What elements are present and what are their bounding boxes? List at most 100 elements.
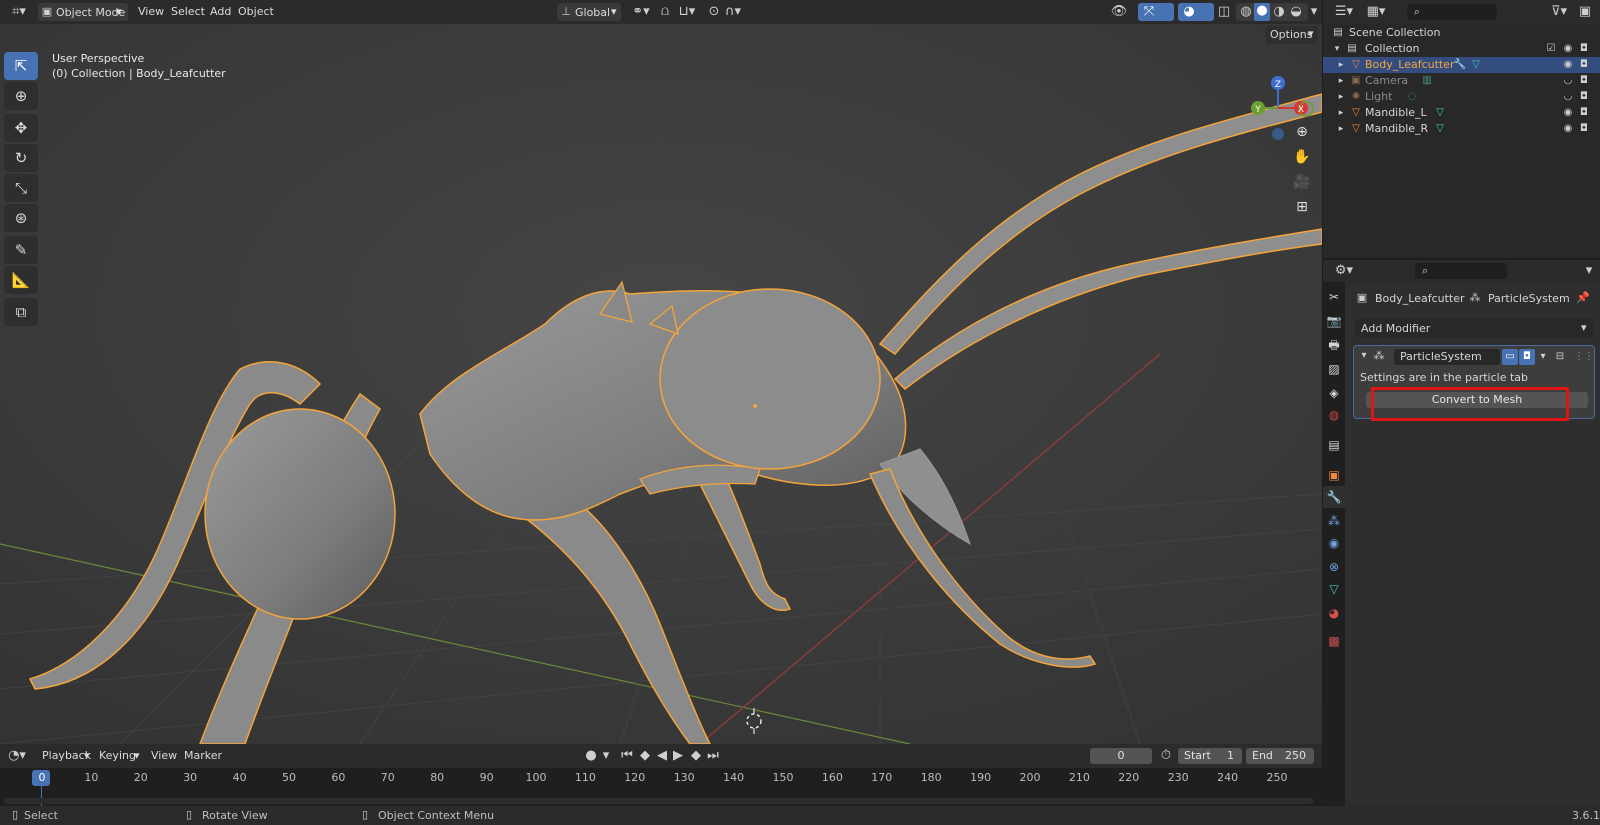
chevron-down-icon[interactable]: ▾ (1308, 4, 1320, 20)
proportional-edit-icon[interactable]: ⊙ (706, 4, 722, 20)
timeline-area[interactable]: 0 10 20 30 40 50 60 70 80 90 100 110 120 130 140 150 160… (0, 768, 1322, 806)
outliner-search-input[interactable]: ⌕ (1407, 4, 1497, 20)
world-tab-icon[interactable]: ◍ (1323, 404, 1345, 426)
add-cube-icon[interactable]: ⧉ (4, 298, 38, 326)
annotate-icon[interactable]: ✎ (4, 236, 38, 264)
pin-icon[interactable]: 📌 (1576, 290, 1590, 306)
snap-target-icon[interactable]: ⊔▾ (676, 4, 698, 20)
chevron-down-icon[interactable]: ▾ (1358, 348, 1370, 364)
data-tab-icon[interactable]: ▽ (1323, 578, 1345, 600)
eye-icon[interactable]: ◉ (1561, 57, 1575, 73)
particles-tab-icon[interactable]: ⁂ (1323, 510, 1345, 532)
orientation-selector[interactable]: ⊥ Global ▾ (557, 3, 621, 21)
perspective-grid-icon[interactable]: ⊞ (1290, 195, 1314, 219)
shading-selector[interactable]: ◍ ● ◑ ◒ (1236, 3, 1308, 21)
material-tab-icon[interactable]: ◕ (1323, 602, 1345, 624)
gizmo-toggle[interactable]: ⤧ (1138, 3, 1174, 21)
chevron-down-icon[interactable]: ▾ (1583, 263, 1595, 279)
outliner-item-light[interactable]: ▸ ✺ Light ◌ ◡ ◘ (1323, 89, 1600, 105)
rendered-shading-icon[interactable]: ◒ (1288, 4, 1304, 20)
eye-icon[interactable]: ◉ (1561, 121, 1575, 137)
show-render-icon[interactable]: ◘ (1519, 349, 1535, 365)
tool-tab-icon[interactable]: ✂ (1323, 286, 1345, 308)
outliner-item-mandible-l[interactable]: ▸ ▽ Mandible_L ▽ ◉ ◘ (1323, 105, 1600, 121)
solid-shading-icon[interactable]: ● (1254, 3, 1270, 21)
options-button[interactable]: Options ▾ (1266, 26, 1318, 44)
eye-hidden-icon[interactable]: ◡ (1561, 89, 1575, 105)
pan-hand-icon[interactable]: ✋ (1290, 145, 1314, 169)
mode-selector[interactable]: ▣ Object Mode ▾ (38, 3, 128, 21)
disclosure-open-icon[interactable]: ▾ (1331, 41, 1343, 57)
disclosure-closed-icon[interactable]: ▸ (1335, 105, 1347, 121)
current-frame-field[interactable]: 0 (1090, 748, 1152, 764)
start-frame-field[interactable]: Start 1 (1178, 748, 1242, 764)
menu-add[interactable]: Add (210, 5, 231, 18)
constraints-tab-icon[interactable]: ⊗ (1323, 556, 1345, 578)
show-viewport-icon[interactable]: ▭ (1502, 349, 1518, 365)
modifier-name-field[interactable]: ParticleSystem (1394, 349, 1500, 365)
material-shading-icon[interactable]: ◑ (1271, 4, 1287, 20)
modifier-tab-icon[interactable]: 🔧 (1323, 486, 1345, 508)
display-mode-icon[interactable]: ▦▾ (1363, 4, 1389, 20)
outliner-item-mandible-r[interactable]: ▸ ▽ Mandible_R ▽ ◉ ◘ (1323, 121, 1600, 137)
overlay-toggle[interactable]: ◕ (1178, 3, 1214, 21)
outliner-collection[interactable]: ▾ ▤ Collection ☑ ◉ ◘ (1323, 41, 1600, 57)
clock-editor-icon[interactable]: ◔▾ (6, 748, 28, 764)
disclosure-closed-icon[interactable]: ▸ (1335, 121, 1347, 137)
menu-keying[interactable]: Keying (99, 749, 136, 762)
outliner-item-camera[interactable]: ▸ ▣ Camera ▥ ◡ ◘ (1323, 73, 1600, 89)
camera-render-icon[interactable]: ◘ (1577, 41, 1591, 57)
properties-search-input[interactable]: ⌕ (1415, 263, 1507, 279)
play-reverse-icon[interactable]: ◀ (655, 748, 669, 764)
camera-render-icon[interactable]: ◘ (1577, 89, 1591, 105)
toggle-options-icon[interactable]: ⊟ (1552, 349, 1568, 365)
output-tab-icon[interactable]: 🖶 (1323, 334, 1345, 356)
physics-tab-icon[interactable]: ◉ (1323, 532, 1345, 554)
jump-end-icon[interactable]: ⏭ (706, 748, 720, 764)
prev-keyframe-icon[interactable]: ◆ (636, 748, 654, 764)
menu-select[interactable]: Select (171, 5, 205, 18)
3d-viewport[interactable]: Z Y X User Perspective (0) Collection | … (0, 24, 1322, 744)
menu-view[interactable]: View (138, 5, 164, 18)
transform-icon[interactable]: ⊛ (4, 204, 38, 232)
xray-icon[interactable]: ◫ (1216, 4, 1232, 20)
camera-render-icon[interactable]: ◘ (1577, 121, 1591, 137)
outliner-type-icon[interactable]: ☰▾ (1331, 4, 1357, 20)
move-icon[interactable]: ✥ (4, 114, 38, 142)
drag-handle-icon[interactable]: ⋮⋮ (1574, 349, 1594, 365)
filter-icon[interactable]: ⊽▾ (1547, 4, 1571, 20)
outliner-scene-collection[interactable]: ▤ Scene Collection (1323, 25, 1600, 41)
camera-view-icon[interactable]: 🎥 (1290, 170, 1314, 194)
disclosure-closed-icon[interactable]: ▸ (1335, 89, 1347, 105)
texture-tab-icon[interactable]: ▩ (1323, 630, 1345, 652)
disclosure-closed-icon[interactable]: ▸ (1335, 57, 1347, 73)
render-tab-icon[interactable]: 📷 (1323, 310, 1345, 332)
menu-view-timeline[interactable]: View (151, 749, 177, 762)
camera-render-icon[interactable]: ◘ (1577, 57, 1591, 73)
zoom-icon[interactable]: ⊕ (1290, 120, 1314, 144)
timeline-scrollbar[interactable] (4, 798, 1314, 804)
select-box-icon[interactable]: ⇱ (4, 52, 38, 80)
scale-icon[interactable]: ⤡ (4, 174, 38, 202)
cursor-icon[interactable]: ⊕ (4, 82, 38, 110)
add-modifier-button[interactable]: Add Modifier ▾ (1355, 319, 1593, 337)
pivot-icon[interactable]: ⚭▾ (630, 4, 652, 20)
wireframe-shading-icon[interactable]: ◍ (1238, 4, 1254, 20)
jump-start-icon[interactable]: ⏮ (620, 748, 634, 764)
properties-type-icon[interactable]: ⚙▾ (1331, 263, 1357, 279)
menu-object[interactable]: Object (238, 5, 274, 18)
disclosure-closed-icon[interactable]: ▸ (1335, 73, 1347, 89)
record-icon[interactable]: ● (583, 748, 599, 764)
play-icon[interactable]: ▶ (671, 748, 685, 764)
eye-hidden-icon[interactable]: ◡ (1561, 73, 1575, 89)
rotate-icon[interactable]: ↻ (4, 144, 38, 172)
scene-tab-icon[interactable]: ◈ (1323, 382, 1345, 404)
menu-marker[interactable]: Marker (184, 749, 222, 762)
outliner-item-body-leafcutter[interactable]: ▸ ▽ Body_Leafcutter 🔧 ▽ ◉ ◘ (1323, 57, 1600, 73)
eye-icon[interactable]: ◉ (1561, 105, 1575, 121)
measure-icon[interactable]: 📐 (4, 266, 38, 294)
end-frame-field[interactable]: End 250 (1246, 748, 1314, 764)
view-layer-tab-icon[interactable]: ▨ (1323, 358, 1345, 380)
editor-type-icon[interactable]: ⌗▾ (6, 4, 32, 20)
camera-render-icon[interactable]: ◘ (1577, 73, 1591, 89)
